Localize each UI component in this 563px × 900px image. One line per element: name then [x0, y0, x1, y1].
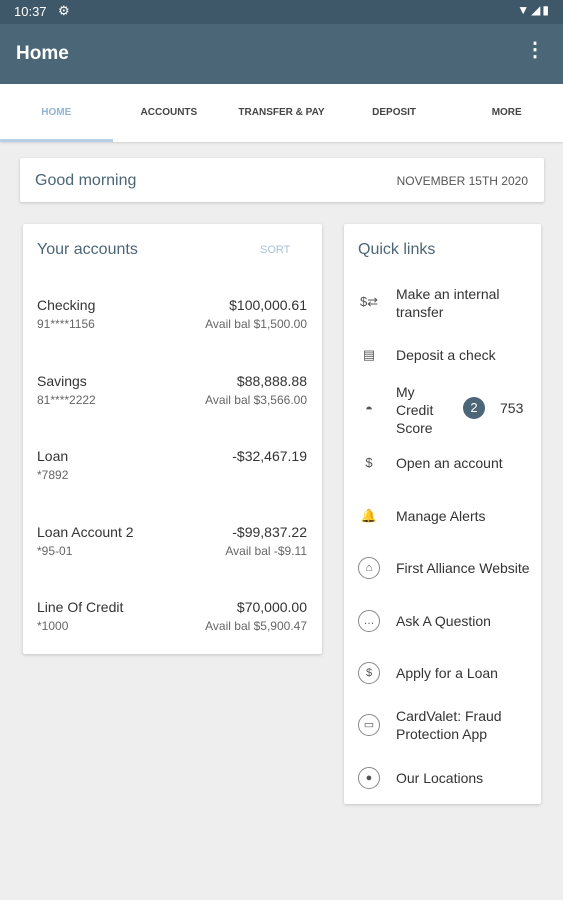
- account-number: 81****2222: [37, 393, 96, 407]
- quick-link-label: Deposit a check: [396, 347, 496, 363]
- quick-link-website[interactable]: ⌂ First Alliance Website: [344, 557, 541, 579]
- quick-link-label: First Alliance Website: [396, 560, 530, 576]
- card-icon: ▭: [358, 714, 380, 736]
- quick-link-cardvalet[interactable]: ▭ CardValet: Fraud Protection App: [344, 707, 541, 747]
- quick-link-deposit-check[interactable]: ▤ Deposit a check: [344, 344, 541, 366]
- account-name: Loan: [37, 448, 69, 464]
- quick-link-apply-loan[interactable]: $ Apply for a Loan: [344, 662, 541, 684]
- quick-link-internal-transfer[interactable]: $⇄ Make an internal transfer: [344, 284, 541, 324]
- settings-icon: ⚙: [58, 3, 70, 18]
- app-bar: Home ⋮: [0, 24, 563, 84]
- account-available: Avail bal -$9.11: [225, 544, 307, 558]
- status-time: 10:37: [14, 4, 47, 19]
- greeting-card: Good morning NOVEMBER 15TH 2020: [20, 158, 544, 202]
- quick-links-card: Quick links $⇄ Make an internal transfer…: [344, 224, 541, 804]
- account-available: Avail bal $5,900.47: [205, 619, 307, 633]
- account-number: *1000: [37, 619, 69, 633]
- account-balance: $100,000.61: [229, 297, 307, 313]
- account-row-savings[interactable]: Savings 81****2222 $88,888.88 Avail bal …: [37, 373, 307, 413]
- account-row-loan-account-2[interactable]: Loan Account 2 *95-01 -$99,837.22 Avail …: [37, 524, 307, 564]
- gauge-icon: ◓: [365, 401, 373, 416]
- dollar-plus-icon: $: [365, 455, 373, 470]
- status-bar: 10:37 ⚙ ▼◢▮: [0, 0, 563, 24]
- quick-link-label: Ask A Question: [396, 613, 491, 629]
- sort-button[interactable]: SORT: [260, 244, 290, 256]
- accounts-title: Your accounts: [37, 241, 138, 258]
- tab-transfer-pay[interactable]: TRANSFER & PAY: [225, 84, 338, 142]
- quick-link-open-account[interactable]: $ Open an account: [344, 452, 541, 474]
- account-available: Avail bal $1,500.00: [205, 317, 307, 331]
- account-row-loan[interactable]: Loan *7892 -$32,467.19: [37, 448, 307, 488]
- bell-icon: 🔔: [360, 508, 378, 523]
- account-balance: $88,888.88: [236, 373, 307, 389]
- account-name: Checking: [37, 297, 96, 313]
- page-title: Home: [16, 43, 69, 64]
- account-balance: -$32,467.19: [232, 448, 307, 464]
- quick-link-label: Manage Alerts: [396, 508, 486, 524]
- quick-link-locations[interactable]: ● Our Locations: [344, 767, 541, 789]
- chat-icon: …: [358, 610, 380, 632]
- tab-accounts[interactable]: ACCOUNTS: [113, 84, 226, 142]
- dollar-circle-icon: $: [358, 662, 380, 684]
- quick-link-label: Our Locations: [396, 770, 484, 786]
- quick-links-title: Quick links: [358, 241, 436, 258]
- quick-link-label: Make an internal transfer: [396, 286, 500, 320]
- account-name: Savings: [37, 373, 87, 389]
- system-icons: ▼◢▮: [517, 3, 551, 17]
- account-number: *7892: [37, 468, 69, 482]
- credit-score-value: 753: [500, 400, 524, 416]
- quick-link-label: Open an account: [396, 455, 503, 471]
- account-number: *95-01: [37, 544, 73, 558]
- quick-link-label: My Credit Score: [396, 384, 434, 436]
- account-number: 91****1156: [37, 317, 95, 331]
- account-balance: -$99,837.22: [232, 524, 307, 540]
- credit-score-badge: 2: [463, 397, 485, 419]
- account-row-checking[interactable]: Checking 91****1156 $100,000.61 Avail ba…: [37, 297, 307, 337]
- transfer-icon: $⇄: [359, 294, 379, 309]
- tab-home[interactable]: HOME: [0, 84, 113, 142]
- quick-link-label: Apply for a Loan: [396, 665, 498, 681]
- overflow-menu-icon[interactable]: ⋮: [525, 40, 545, 60]
- greeting-text: Good morning: [35, 172, 137, 189]
- quick-link-manage-alerts[interactable]: 🔔 Manage Alerts: [344, 505, 541, 527]
- account-name: Loan Account 2: [37, 524, 134, 540]
- bank-icon: ⌂: [358, 557, 380, 579]
- account-available: Avail bal $3,566.00: [205, 393, 307, 407]
- location-icon: ●: [358, 767, 380, 789]
- account-balance: $70,000.00: [236, 599, 307, 615]
- account-name: Line Of Credit: [37, 599, 124, 615]
- tab-more[interactable]: MORE: [450, 84, 563, 142]
- tab-bar: HOME ACCOUNTS TRANSFER & PAY DEPOSIT MOR…: [0, 84, 563, 142]
- greeting-date: NOVEMBER 15TH 2020: [396, 174, 528, 188]
- check-icon: ▤: [362, 347, 376, 362]
- quick-link-label: CardValet: Fraud Protection App: [396, 708, 502, 742]
- tab-deposit[interactable]: DEPOSIT: [338, 84, 451, 142]
- accounts-card: Your accounts SORT Checking 91****1156 $…: [23, 224, 322, 654]
- quick-link-ask-question[interactable]: … Ask A Question: [344, 610, 541, 632]
- account-row-line-of-credit[interactable]: Line Of Credit *1000 $70,000.00 Avail ba…: [37, 599, 307, 639]
